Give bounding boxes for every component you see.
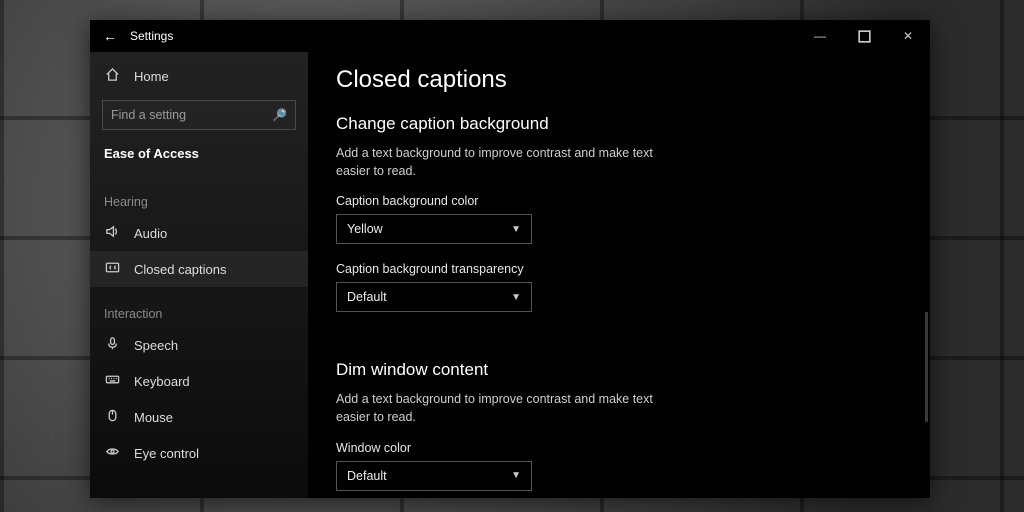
keyboard-icon bbox=[104, 372, 120, 390]
window-color-dropdown[interactable]: Default ▼ bbox=[336, 461, 532, 491]
chevron-down-icon: ▼ bbox=[511, 470, 521, 481]
sidebar-item-label: Home bbox=[134, 69, 169, 84]
window-title: Settings bbox=[130, 29, 173, 43]
home-icon bbox=[104, 67, 120, 85]
back-button[interactable]: ← bbox=[90, 28, 130, 44]
close-button[interactable]: ✕ bbox=[886, 20, 930, 52]
sidebar-group-label: Hearing bbox=[90, 175, 308, 215]
caption-bg-color-dropdown[interactable]: Yellow ▼ bbox=[336, 214, 532, 244]
maximize-icon bbox=[857, 29, 872, 44]
dropdown-value: Yellow bbox=[347, 222, 383, 236]
page-title: Closed captions bbox=[336, 66, 902, 94]
audio-icon bbox=[104, 224, 120, 242]
sidebar-item-speech[interactable]: Speech bbox=[90, 327, 308, 363]
field-label: Caption background color bbox=[336, 194, 902, 208]
search-icon: 🔍 bbox=[272, 108, 287, 122]
search-box[interactable]: 🔍 bbox=[102, 100, 296, 130]
dropdown-value: Default bbox=[347, 469, 387, 483]
sidebar-item-label: Keyboard bbox=[134, 374, 190, 389]
sidebar-item-audio[interactable]: Audio bbox=[90, 215, 308, 251]
field-label: Caption background transparency bbox=[336, 262, 902, 276]
field-label: Window color bbox=[336, 441, 902, 455]
sidebar-item-label: Audio bbox=[134, 226, 167, 241]
sidebar-item-label: Eye control bbox=[134, 446, 199, 461]
sidebar-item-label: Mouse bbox=[134, 410, 173, 425]
settings-window: ← Settings — ✕ Home 🔍 Ease of Access bbox=[90, 20, 930, 498]
scrollbar[interactable] bbox=[925, 312, 928, 422]
mouse-icon bbox=[104, 408, 120, 426]
sidebar-group-label: Interaction bbox=[90, 287, 308, 327]
sidebar-item-home[interactable]: Home bbox=[90, 58, 308, 94]
cc-icon bbox=[104, 260, 120, 278]
sidebar: Home 🔍 Ease of Access Hearing Audio bbox=[90, 52, 308, 498]
chevron-down-icon: ▼ bbox=[511, 224, 521, 235]
maximize-button[interactable] bbox=[842, 20, 886, 52]
section-description: Add a text background to improve contras… bbox=[336, 390, 676, 426]
chevron-down-icon: ▼ bbox=[511, 292, 521, 303]
section-heading: Change caption background bbox=[336, 114, 902, 134]
section-description: Add a text background to improve contras… bbox=[336, 144, 676, 180]
sidebar-item-label: Speech bbox=[134, 338, 178, 353]
section-heading: Dim window content bbox=[336, 360, 902, 380]
minimize-button[interactable]: — bbox=[798, 20, 842, 52]
sidebar-item-eye-control[interactable]: Eye control bbox=[90, 435, 308, 471]
eye-icon bbox=[104, 444, 120, 462]
sidebar-item-keyboard[interactable]: Keyboard bbox=[90, 363, 308, 399]
caption-bg-transparency-dropdown[interactable]: Default ▼ bbox=[336, 282, 532, 312]
search-input[interactable] bbox=[111, 108, 272, 122]
sidebar-item-mouse[interactable]: Mouse bbox=[90, 399, 308, 435]
dropdown-value: Default bbox=[347, 290, 387, 304]
breadcrumb: Ease of Access bbox=[90, 140, 308, 175]
sidebar-item-closed-captions[interactable]: Closed captions bbox=[90, 251, 308, 287]
sidebar-item-label: Closed captions bbox=[134, 262, 227, 277]
titlebar: ← Settings — ✕ bbox=[90, 20, 930, 52]
content-pane: Closed captions Change caption backgroun… bbox=[308, 52, 930, 498]
mic-icon bbox=[104, 336, 120, 354]
